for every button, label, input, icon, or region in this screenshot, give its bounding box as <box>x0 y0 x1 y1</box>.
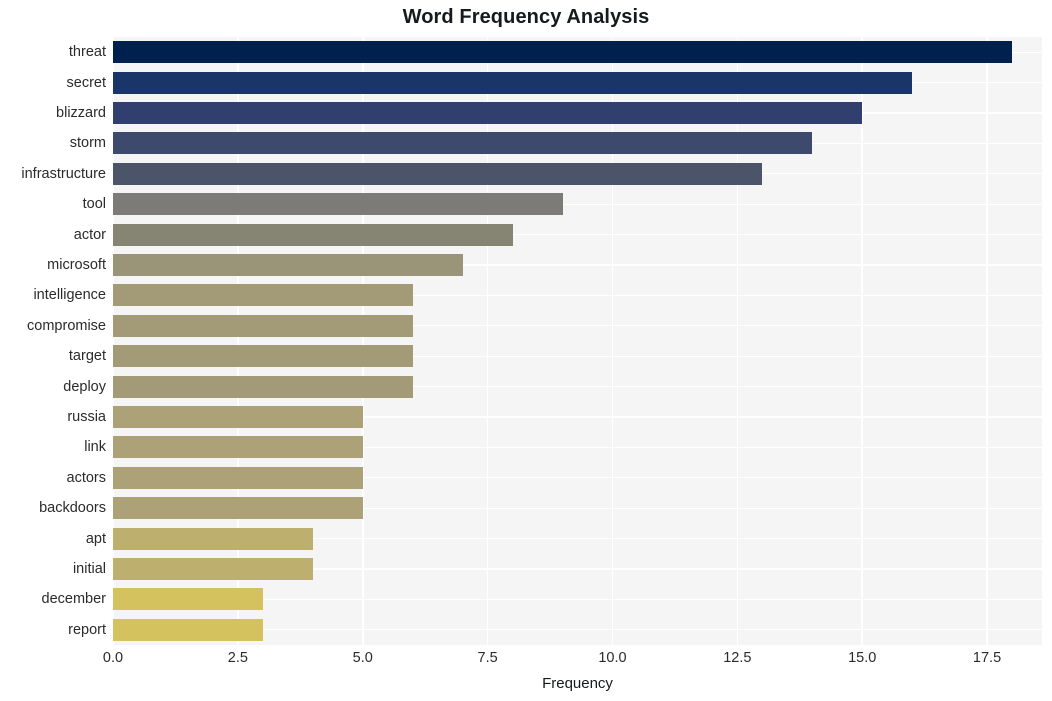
x-tick-label-0.0: 0.0 <box>102 650 124 666</box>
y-tick-label-infrastructure: infrastructure <box>21 165 106 182</box>
bar-december <box>113 588 263 611</box>
x-tick-label-7.5: 7.5 <box>477 650 498 666</box>
x-axis-tick-labels: 0.0 2.5 5.0 7.5 10.0 12.5 15.0 17.5 <box>0 651 1052 673</box>
bar-apt <box>113 527 313 550</box>
x-tick-label-2.5: 2.5 <box>227 650 248 666</box>
y-tick-label-storm: storm <box>69 135 106 152</box>
y-tick-label-secret: secret <box>66 74 107 91</box>
bar-threat <box>113 41 1013 64</box>
y-tick-label-blizzard: blizzard <box>56 105 106 121</box>
bar-report <box>113 618 263 641</box>
plot-area <box>112 37 1042 645</box>
y-tick-label-tool: tool <box>82 196 106 213</box>
chart-figure: Word Frequency Analysis threat secret bliz… <box>0 0 1052 701</box>
gridline-vertical <box>486 37 489 645</box>
y-tick-label-backdoors: backdoors <box>39 500 106 517</box>
bar-microsoft <box>113 254 463 276</box>
bar-tool <box>113 193 563 216</box>
bar-deploy <box>113 375 413 398</box>
gridline-vertical <box>361 37 364 645</box>
y-tick-label-russia: russia <box>67 409 106 425</box>
y-tick-label-report: report <box>68 621 106 638</box>
gridline-vertical <box>237 37 239 645</box>
gridline-vertical <box>861 37 863 645</box>
chart-title: Word Frequency Analysis <box>402 6 650 28</box>
y-tick-label-december: december <box>41 591 106 608</box>
gridline-vertical <box>986 37 988 645</box>
bar-target <box>113 345 413 368</box>
bar-secret <box>113 71 913 94</box>
y-tick-label-actors: actors <box>66 469 107 486</box>
y-tick-label-threat: threat <box>68 44 106 61</box>
gridline-vertical <box>736 37 739 645</box>
y-tick-label-actor: actor <box>73 226 106 243</box>
bar-compromise <box>113 314 413 337</box>
y-tick-label-intelligence: intelligence <box>33 287 106 304</box>
bar-backdoors <box>113 497 363 520</box>
bar-intelligence <box>113 284 413 307</box>
bar-initial <box>113 558 313 580</box>
x-tick-label-15.0: 15.0 <box>848 650 877 666</box>
x-tick-label-10.0: 10.0 <box>598 650 627 666</box>
bar-storm <box>113 132 813 155</box>
x-axis-title: Frequency <box>542 675 613 692</box>
bar-actors <box>113 466 363 489</box>
bar-russia <box>113 406 363 428</box>
y-tick-label-link: link <box>84 439 106 456</box>
bar-link <box>113 436 363 459</box>
x-tick-label-12.5: 12.5 <box>723 650 752 666</box>
y-axis-tick-labels: threat secret blizzard storm infrastructure t… <box>0 37 106 645</box>
x-tick-label-17.5: 17.5 <box>972 650 1002 666</box>
gridline-vertical <box>611 37 614 645</box>
bar-actor <box>113 223 513 246</box>
y-tick-label-apt: apt <box>85 530 106 547</box>
bar-blizzard <box>113 102 863 124</box>
gridline-vertical <box>112 37 114 645</box>
y-tick-label-deploy: deploy <box>63 378 106 395</box>
y-tick-label-compromise: compromise <box>27 317 106 334</box>
y-tick-label-microsoft: microsoft <box>47 257 106 273</box>
bar-infrastructure <box>113 162 763 185</box>
y-tick-label-target: target <box>68 348 106 365</box>
y-tick-label-initial: initial <box>72 561 106 577</box>
x-tick-label-5.0: 5.0 <box>352 650 373 666</box>
